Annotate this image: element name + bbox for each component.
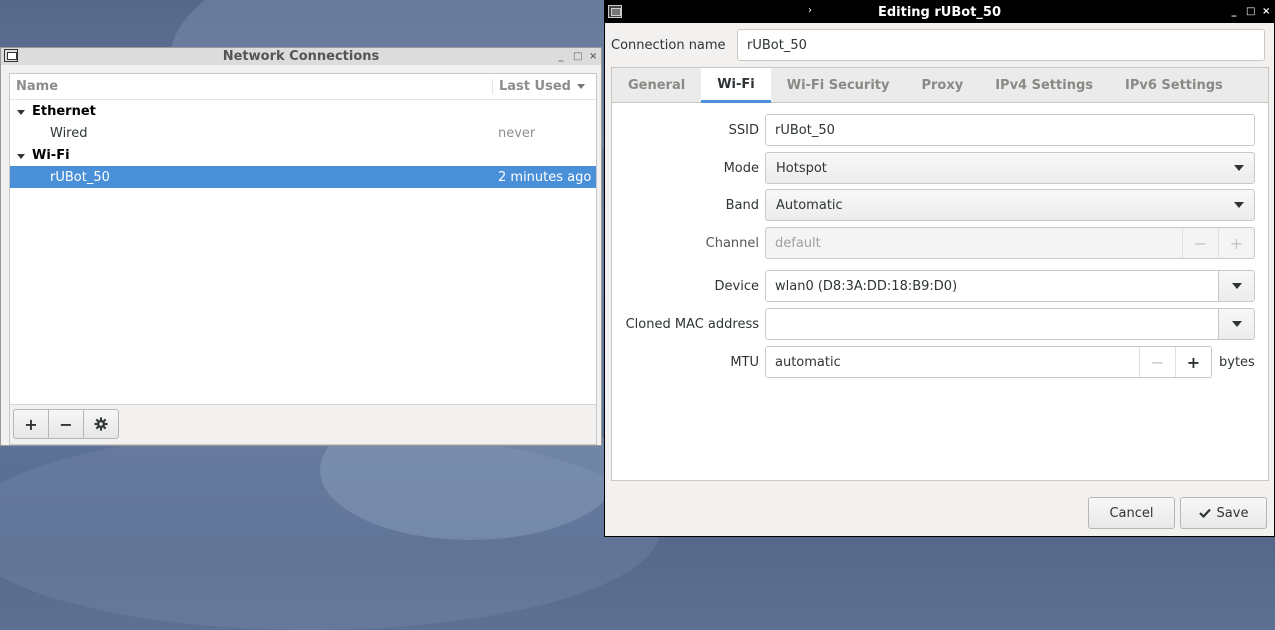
tab-proxy[interactable]: Proxy xyxy=(905,68,979,103)
cloned-mac-row: Cloned MAC address xyxy=(626,308,1255,340)
group-wifi[interactable]: Wi-Fi xyxy=(10,144,596,166)
settings-notebook: General Wi-Fi Wi-Fi Security Proxy IPv4 … xyxy=(611,67,1269,481)
edit-connection-button[interactable] xyxy=(83,409,119,439)
mtu-spinbox[interactable]: automatic − + xyxy=(765,346,1212,378)
channel-increment-button[interactable]: + xyxy=(1218,228,1254,258)
window-title: Editing rUBot_50 xyxy=(877,4,1001,20)
channel-placeholder: default xyxy=(775,235,821,251)
device-label: Device xyxy=(714,278,759,294)
device-row: Device wlan0 (D8:3A:DD:18:B9:D0) xyxy=(715,270,1255,302)
sort-down-icon xyxy=(576,84,585,89)
band-label: Band xyxy=(725,197,759,213)
cloned-mac-combo[interactable] xyxy=(765,308,1255,340)
window-titlebar[interactable]: › Editing rUBot_50 _ □ × xyxy=(605,1,1274,23)
connection-name: rUBot_50 xyxy=(50,169,110,185)
connection-name-input[interactable]: rUBot_50 xyxy=(737,29,1265,61)
tab-wifi-security[interactable]: Wi-Fi Security xyxy=(771,68,906,103)
band-dropdown[interactable]: Automatic xyxy=(765,189,1255,221)
window-title: Network Connections xyxy=(222,49,380,64)
save-label: Save xyxy=(1216,505,1249,521)
connection-name-label: Connection name xyxy=(611,37,726,53)
window-menu-icon[interactable] xyxy=(4,49,18,62)
tab-ipv4-settings[interactable]: IPv4 Settings xyxy=(979,68,1109,103)
close-button[interactable]: × xyxy=(1262,1,1270,23)
channel-label: Channel xyxy=(705,235,759,251)
minimize-button[interactable]: _ xyxy=(1230,1,1238,23)
group-label: Wi-Fi xyxy=(10,148,596,163)
column-header-name[interactable]: Name xyxy=(10,79,492,94)
window-menu-icon[interactable] xyxy=(608,5,622,18)
list-header: Name Last Used xyxy=(10,74,596,100)
tab-wifi[interactable]: Wi-Fi xyxy=(701,68,771,103)
tab-bar: General Wi-Fi Wi-Fi Security Proxy IPv4 … xyxy=(612,68,1268,103)
band-row: Band Automatic xyxy=(726,189,1255,221)
gear-icon xyxy=(94,417,108,431)
maximize-button[interactable]: □ xyxy=(1246,1,1255,23)
device-dropdown-button[interactable] xyxy=(1218,271,1254,301)
column-header-last-used[interactable]: Last Used xyxy=(492,79,596,94)
checkmark-icon xyxy=(1198,508,1211,518)
editing-connection-window: › Editing rUBot_50 _ □ × Connection name… xyxy=(604,0,1275,537)
add-connection-button[interactable]: + xyxy=(13,409,49,439)
mtu-value[interactable]: automatic xyxy=(766,347,1139,377)
mtu-row: MTU automatic − + bytes xyxy=(730,346,1255,378)
cloned-mac-input[interactable] xyxy=(766,309,1218,339)
save-button[interactable]: Save xyxy=(1180,497,1267,529)
connection-name: Wired xyxy=(50,125,88,141)
tab-general[interactable]: General xyxy=(612,68,701,103)
connections-toolbar: + − xyxy=(10,404,596,444)
connection-row-wired[interactable]: Wired never xyxy=(10,122,596,144)
tab-ipv6-settings[interactable]: IPv6 Settings xyxy=(1109,68,1239,103)
ssid-input[interactable]: rUBot_50 xyxy=(765,114,1255,146)
window-titlebar[interactable]: Network Connections _ □ × xyxy=(1,48,601,65)
cancel-button[interactable]: Cancel xyxy=(1088,497,1175,529)
mode-row: Mode Hotspot xyxy=(724,152,1255,184)
mtu-increment-button[interactable]: + xyxy=(1175,347,1211,377)
channel-decrement-button[interactable]: − xyxy=(1182,228,1218,258)
mtu-decrement-button[interactable]: − xyxy=(1139,347,1175,377)
chevron-down-icon xyxy=(1231,321,1242,327)
cloned-mac-label: Cloned MAC address xyxy=(625,316,759,332)
channel-row: Channel default − + xyxy=(706,227,1255,259)
mode-dropdown[interactable]: Hotspot xyxy=(765,152,1255,184)
connection-row-rubot-50[interactable]: rUBot_50 2 minutes ago xyxy=(10,166,596,188)
connections-list: Name Last Used Ethernet Wired never Wi-F… xyxy=(9,73,597,445)
band-value: Automatic xyxy=(776,197,843,213)
title-mark: › xyxy=(808,5,812,16)
mode-label: Mode xyxy=(723,160,759,176)
mtu-label: MTU xyxy=(730,354,759,370)
ssid-row: SSID rUBot_50 xyxy=(729,114,1255,146)
mode-value: Hotspot xyxy=(776,160,827,176)
network-connections-window: Network Connections _ □ × Name Last Used… xyxy=(0,47,602,446)
connection-name-row: Connection name rUBot_50 xyxy=(611,29,1265,61)
chevron-down-icon xyxy=(1234,202,1244,208)
chevron-down-icon xyxy=(1234,165,1244,171)
chevron-down-icon xyxy=(1231,283,1242,289)
device-input[interactable]: wlan0 (D8:3A:DD:18:B9:D0) xyxy=(766,271,1218,301)
group-label: Ethernet xyxy=(10,104,596,119)
mtu-unit-label: bytes xyxy=(1219,354,1255,370)
close-button[interactable]: × xyxy=(589,48,597,65)
maximize-button[interactable]: □ xyxy=(573,48,582,65)
group-ethernet[interactable]: Ethernet xyxy=(10,100,596,122)
cloned-mac-dropdown-button[interactable] xyxy=(1218,309,1254,339)
channel-spinbox[interactable]: default − + xyxy=(765,227,1255,259)
device-combo[interactable]: wlan0 (D8:3A:DD:18:B9:D0) xyxy=(765,270,1255,302)
column-header-label: Last Used xyxy=(499,79,571,94)
connection-last-used: never xyxy=(498,125,536,141)
connection-last-used: 2 minutes ago xyxy=(498,169,592,185)
ssid-label: SSID xyxy=(728,122,759,138)
remove-connection-button[interactable]: − xyxy=(48,409,84,439)
minimize-button[interactable]: _ xyxy=(557,48,565,65)
